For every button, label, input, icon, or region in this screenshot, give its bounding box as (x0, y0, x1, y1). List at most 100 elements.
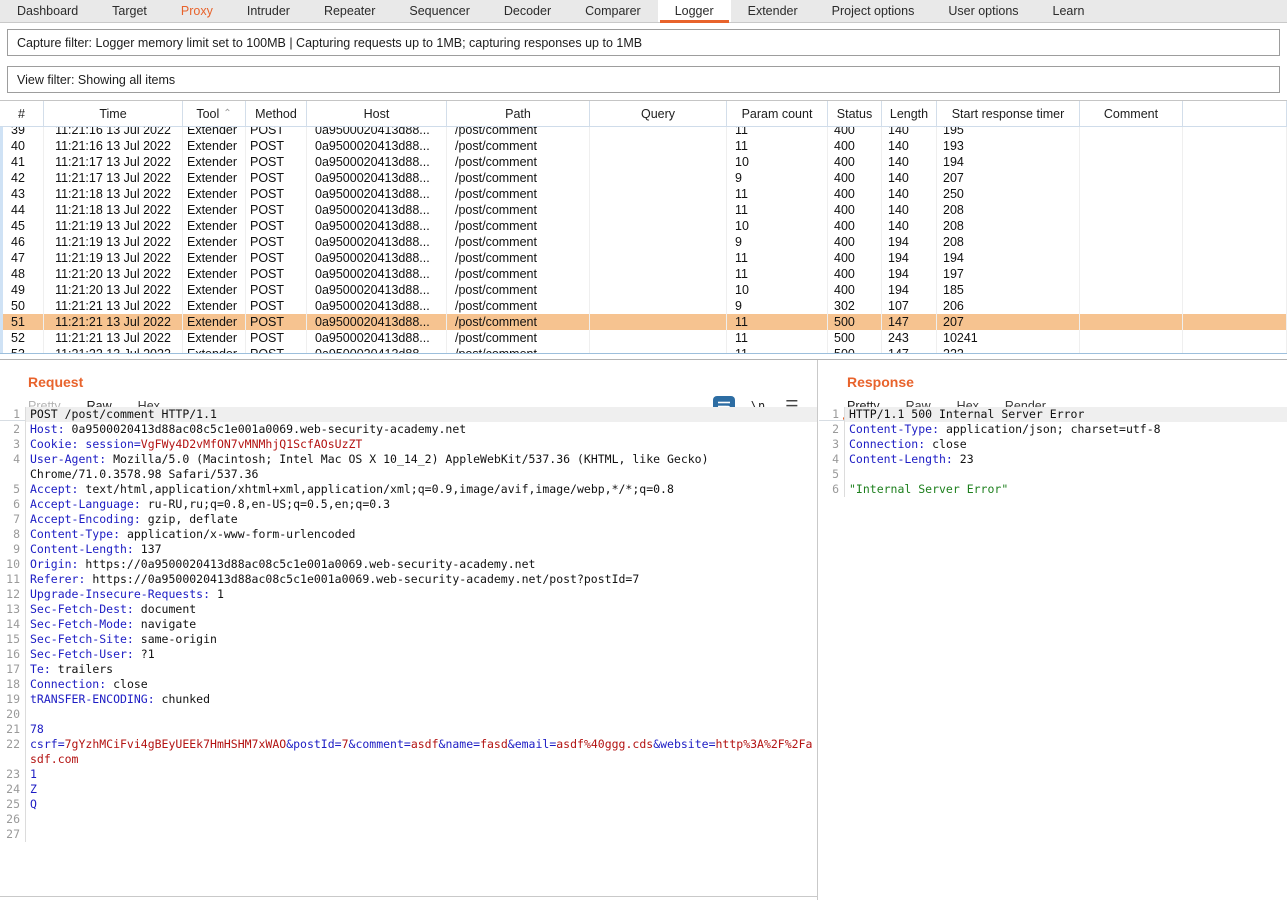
main-tab-proxy[interactable]: Proxy (164, 0, 230, 22)
cell-timer: 193 (937, 138, 1080, 154)
table-row[interactable]: 4011:21:16 13 Jul 2022ExtenderPOST0a9500… (3, 138, 1287, 154)
column-header-query[interactable]: Query (590, 101, 727, 126)
line-text: Connection: close (26, 677, 817, 692)
cell-tool: Extender (183, 138, 246, 154)
table-row[interactable]: 4811:21:20 13 Jul 2022ExtenderPOST0a9500… (3, 266, 1287, 282)
table-row[interactable]: 4311:21:18 13 Jul 2022ExtenderPOST0a9500… (3, 186, 1287, 202)
line-number: 16 (0, 647, 26, 662)
column-header-time[interactable]: Time (44, 101, 183, 126)
main-tab-logger[interactable]: Logger (658, 0, 731, 22)
line-text: Cookie: session=VgFWy4D2vMfON7vMNMhjQ1Sc… (26, 437, 817, 452)
editor-line: 19tRANSFER-ENCODING: chunked (0, 692, 817, 707)
main-tab-sequencer[interactable]: Sequencer (392, 0, 486, 22)
cell-timer: 206 (937, 298, 1080, 314)
main-tab-target[interactable]: Target (95, 0, 164, 22)
column-header-#[interactable]: # (0, 101, 44, 126)
table-row[interactable]: 5011:21:21 13 Jul 2022ExtenderPOST0a9500… (3, 298, 1287, 314)
main-tab-learn[interactable]: Learn (1036, 0, 1102, 22)
column-header-comment[interactable]: Comment (1080, 101, 1183, 126)
column-header-path[interactable]: Path (447, 101, 590, 126)
line-text: Origin: https://0a9500020413d88ac08c5c1e… (26, 557, 817, 572)
main-tab-dashboard[interactable]: Dashboard (0, 0, 95, 22)
cell-time: 11:21:17 13 Jul 2022 (44, 170, 183, 186)
line-number: 3 (0, 437, 26, 452)
message-editor-panels: Request PrettyRawHex \n ☰ 1POST /post/co… (0, 360, 1287, 900)
cell-host: 0a9500020413d88... (307, 202, 447, 218)
cell-filler (1183, 154, 1287, 170)
column-header-status[interactable]: Status (828, 101, 882, 126)
capture-filter-bar[interactable]: Capture filter: Logger memory limit set … (7, 29, 1280, 56)
column-header-start-response-timer[interactable]: Start response timer (937, 101, 1080, 126)
main-tab-project-options[interactable]: Project options (815, 0, 932, 22)
main-tab-user-options[interactable]: User options (931, 0, 1035, 22)
table-row[interactable]: 4211:21:17 13 Jul 2022ExtenderPOST0a9500… (3, 170, 1287, 186)
cell-method: POST (246, 298, 307, 314)
column-header-filler[interactable] (1183, 101, 1287, 126)
cell-param_count: 9 (727, 234, 828, 250)
cell-comment (1080, 170, 1183, 186)
cell-query (590, 250, 727, 266)
cell-length: 140 (882, 170, 937, 186)
line-number: 14 (0, 617, 26, 632)
line-number: 23 (0, 767, 26, 782)
cell-host: 0a9500020413d88... (307, 234, 447, 250)
table-row[interactable]: 5111:21:21 13 Jul 2022ExtenderPOST0a9500… (3, 314, 1287, 330)
line-text: Z (26, 782, 817, 797)
cell-host: 0a9500020413d88... (307, 170, 447, 186)
main-tab-decoder[interactable]: Decoder (487, 0, 568, 22)
cell-filler (1183, 234, 1287, 250)
view-filter-bar[interactable]: View filter: Showing all items (7, 66, 1280, 93)
table-row[interactable]: 5311:21:22 13 Jul 2022ExtenderPOST0a9500… (3, 346, 1287, 353)
table-horizontal-scrollbar[interactable] (0, 353, 1287, 360)
column-header-host[interactable]: Host (307, 101, 447, 126)
column-header-length[interactable]: Length (882, 101, 937, 126)
line-text: Sec-Fetch-User: ?1 (26, 647, 817, 662)
cell-filler (1183, 202, 1287, 218)
main-tab-extender[interactable]: Extender (731, 0, 815, 22)
cell-time: 11:21:19 13 Jul 2022 (44, 234, 183, 250)
main-tab-repeater[interactable]: Repeater (307, 0, 392, 22)
table-row[interactable]: 4511:21:19 13 Jul 2022ExtenderPOST0a9500… (3, 218, 1287, 234)
main-tab-comparer[interactable]: Comparer (568, 0, 658, 22)
cell-query (590, 346, 727, 353)
table-row[interactable]: 4111:21:17 13 Jul 2022ExtenderPOST0a9500… (3, 154, 1287, 170)
line-number: 11 (0, 572, 26, 587)
cell-path: /post/comment (447, 250, 590, 266)
response-editor[interactable]: 1HTTP/1.1 500 Internal Server Error2Cont… (819, 407, 1287, 897)
line-text: POST /post/comment HTTP/1.1 (26, 407, 817, 422)
column-header-tool[interactable]: Tool⌃ (183, 101, 246, 126)
line-number: 4 (0, 452, 26, 482)
cell-status: 500 (828, 346, 882, 353)
cell-comment (1080, 266, 1183, 282)
cell-time: 11:21:21 13 Jul 2022 (44, 298, 183, 314)
line-number: 25 (0, 797, 26, 812)
column-header-method[interactable]: Method (246, 101, 307, 126)
cell-length: 140 (882, 138, 937, 154)
editor-line: 10Origin: https://0a9500020413d88ac08c5c… (0, 557, 817, 572)
cell-id: 52 (3, 330, 44, 346)
table-row[interactable]: 5211:21:21 13 Jul 2022ExtenderPOST0a9500… (3, 330, 1287, 346)
cell-method: POST (246, 314, 307, 330)
line-number: 19 (0, 692, 26, 707)
cell-tool: Extender (183, 298, 246, 314)
cell-length: 147 (882, 314, 937, 330)
request-editor[interactable]: 1POST /post/comment HTTP/1.12Host: 0a950… (0, 407, 817, 897)
cell-filler (1183, 218, 1287, 234)
table-row[interactable]: 4711:21:19 13 Jul 2022ExtenderPOST0a9500… (3, 250, 1287, 266)
table-row[interactable]: 4611:21:19 13 Jul 2022ExtenderPOST0a9500… (3, 234, 1287, 250)
column-header-param-count[interactable]: Param count (727, 101, 828, 126)
table-row[interactable]: 4411:21:18 13 Jul 2022ExtenderPOST0a9500… (3, 202, 1287, 218)
cell-id: 42 (3, 170, 44, 186)
cell-filler (1183, 170, 1287, 186)
line-text: Sec-Fetch-Site: same-origin (26, 632, 817, 647)
editor-line: 14Sec-Fetch-Mode: navigate (0, 617, 817, 632)
cell-query (590, 234, 727, 250)
cell-timer: 208 (937, 202, 1080, 218)
cell-length: 194 (882, 266, 937, 282)
cell-host: 0a9500020413d88... (307, 186, 447, 202)
line-number: 20 (0, 707, 26, 722)
main-tab-intruder[interactable]: Intruder (230, 0, 307, 22)
table-row[interactable]: 4911:21:20 13 Jul 2022ExtenderPOST0a9500… (3, 282, 1287, 298)
cell-param_count: 10 (727, 282, 828, 298)
cell-filler (1183, 266, 1287, 282)
